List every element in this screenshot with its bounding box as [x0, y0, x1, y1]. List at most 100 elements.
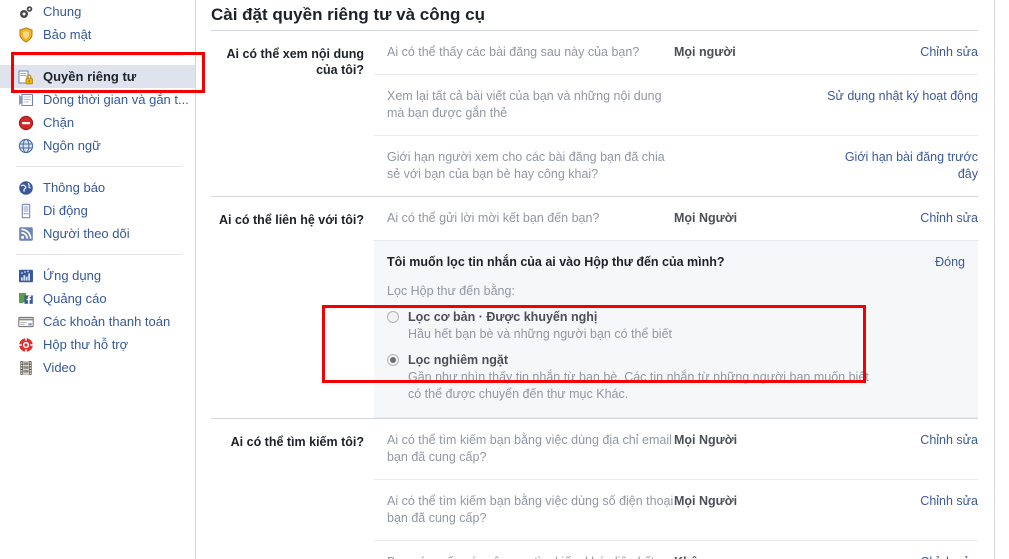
- filter-option-description: Hầu hết bạn bè và những người bạn có thể…: [408, 327, 673, 341]
- inbox-filter-panel: Tôi muốn lọc tin nhắn của ai vào Hộp thư…: [374, 240, 978, 418]
- filter-option-title: Lọc nghiêm ngặt: [408, 353, 508, 367]
- setting-row: Bạn có muốn các công cụ tìm kiếm khác li…: [374, 540, 978, 559]
- setting-row: Ai có thể tìm kiếm bạn bằng việc dùng đị…: [374, 419, 978, 479]
- filter-option-body: Lọc cơ bản · Được khuyến nghị Hầu hết bạn…: [408, 309, 672, 343]
- settings-section: Ai có thể tìm kiếm tôi? Ai có thể tìm kiế…: [211, 418, 978, 559]
- sidebar-group: Thông báo Di động Người theo dõi: [0, 176, 195, 245]
- setting-question: Giới hạn người xem cho các bài đăng bạn …: [387, 150, 665, 181]
- setting-value: Mọi Người: [674, 433, 738, 447]
- setting-action-link[interactable]: Chỉnh sửa: [822, 493, 978, 510]
- notifications-globe-icon: [18, 180, 34, 196]
- video-filmstrip-icon: [18, 360, 34, 376]
- sidebar-item-label: Video: [43, 359, 77, 375]
- sidebar-item-dòng-thời-gian-và-gắn-t[interactable]: Dòng thời gian và gắn t...: [0, 88, 195, 111]
- settings-section: Ai có thể xem nội dung của tôi? Ai có thể…: [211, 30, 978, 196]
- rss-followers-icon: [18, 226, 34, 242]
- sidebar-item-label: Chung: [43, 3, 82, 19]
- setting-question: Ai có thể tìm kiếm bạn bằng việc dùng đị…: [387, 433, 672, 464]
- radio-button[interactable]: [387, 354, 399, 366]
- setting-question: Ai có thể gửi lời mời kết bạn đến bạn?: [387, 211, 600, 225]
- sidebar-item-label: Hộp thư hỗ trợ: [43, 336, 129, 352]
- sidebar-item-label: Người theo dõi: [43, 225, 130, 241]
- panel-close-link[interactable]: Đóng: [935, 255, 965, 269]
- setting-action-link[interactable]: Giới hạn bài đăng trước đây: [822, 149, 978, 183]
- payments-card-icon: [18, 314, 34, 330]
- sidebar-item-video[interactable]: Video: [0, 356, 195, 379]
- sidebar-item-ngôn-ngữ[interactable]: Ngôn ngữ: [0, 134, 195, 157]
- sidebar-item-hộp-thư-hỗ-trợ[interactable]: Hộp thư hỗ trợ: [0, 333, 195, 356]
- shield-icon: [18, 26, 34, 43]
- sidebar-item-người-theo-dõi[interactable]: Người theo dõi: [0, 222, 195, 245]
- section-rows: Ai có thể tìm kiếm bạn bằng việc dùng đị…: [374, 419, 978, 559]
- section-label: Ai có thể xem nội dung của tôi?: [226, 47, 364, 77]
- panel-header: Tôi muốn lọc tin nhắn của ai vào Hộp thư…: [387, 253, 965, 271]
- setting-question: Bạn có muốn các công cụ tìm kiếm khác li…: [374, 554, 674, 559]
- setting-question: Ai có thể tìm kiếm bạn bằng việc dùng số…: [387, 494, 674, 525]
- filter-option[interactable]: Lọc nghiêm ngặt Gần như nhìn thấy tin nhắ…: [387, 352, 965, 403]
- filter-option-body: Lọc nghiêm ngặt Gần như nhìn thấy tin nhắ…: [408, 352, 878, 403]
- sidebar-item-label: Di động: [43, 202, 88, 218]
- setting-action-link[interactable]: Chỉnh sửa: [822, 432, 978, 449]
- setting-row: Ai có thể gửi lời mời kết bạn đến bạn? Mọ…: [374, 197, 978, 240]
- sidebar-item-label: Ngôn ngữ: [43, 137, 101, 153]
- panel-title: Tôi muốn lọc tin nhắn của ai vào Hộp thư…: [387, 255, 725, 269]
- sidebar-item-di-động[interactable]: Di động: [0, 199, 195, 222]
- sidebar-item-label: Bảo mật: [43, 26, 92, 42]
- sidebar-item-ứng-dụng[interactable]: Ứng dụng: [0, 264, 195, 287]
- setting-action-link[interactable]: Sử dụng nhật ký hoạt động: [822, 88, 978, 105]
- sidebar-item-bảo-mật[interactable]: Bảo mật: [0, 23, 195, 46]
- filter-option[interactable]: Lọc cơ bản · Được khuyến nghị Hầu hết bạn…: [387, 309, 965, 343]
- panel-subtitle: Lọc Hộp thư đến bằng:: [387, 284, 515, 298]
- setting-value: Mọi Người: [674, 494, 738, 508]
- gears-icon: [18, 4, 34, 20]
- sidebar-item-quảng-cáo[interactable]: Quảng cáo: [0, 287, 195, 310]
- setting-question: Xem lại tất cả bài viết của bạn và những…: [387, 89, 662, 120]
- section-rows: Ai có thể thấy các bài đăng sau này của …: [374, 31, 978, 196]
- page-title: Cài đặt quyền riêng tư và công cụ: [211, 5, 485, 24]
- sidebar-group: Ứng dụng Quảng cáo Các khoản thanh toán Hộp…: [0, 264, 195, 379]
- sidebar-item-label: Ứng dụng: [43, 267, 102, 283]
- setting-action-link[interactable]: Chỉnh sửa: [822, 44, 978, 61]
- privacy-lock-icon: [18, 69, 34, 85]
- setting-row: Giới hạn người xem cho các bài đăng bạn …: [374, 135, 978, 196]
- right-content-divider: [994, 0, 995, 559]
- sidebar-item-label: Thông báo: [43, 179, 106, 195]
- setting-question: Ai có thể thấy các bài đăng sau này của …: [387, 45, 640, 59]
- sidebar-item-chặn[interactable]: Chặn: [0, 111, 195, 134]
- settings-page: Chung Bảo mật Quyền riêng tư Dòng thời gian…: [0, 0, 1009, 559]
- globe-language-icon: [18, 138, 34, 154]
- filter-option-title: Lọc cơ bản · Được khuyến nghị: [408, 310, 598, 324]
- sidebar-item-chung[interactable]: Chung: [0, 0, 195, 23]
- section-rows: Ai có thể gửi lời mời kết bạn đến bạn? Mọ…: [374, 197, 978, 418]
- radio-button[interactable]: [387, 311, 399, 323]
- block-icon: [18, 115, 34, 131]
- settings-sidebar: Chung Bảo mật Quyền riêng tư Dòng thời gian…: [0, 0, 196, 559]
- sidebar-divider: [16, 254, 183, 255]
- setting-action-link[interactable]: Chỉnh sửa: [822, 210, 978, 227]
- setting-row: Xem lại tất cả bài viết của bạn và những…: [374, 74, 978, 135]
- sidebar-divider: [16, 166, 183, 167]
- setting-value: Mọi Người: [674, 211, 738, 225]
- support-lifebuoy-icon: [18, 337, 34, 353]
- settings-sections: Ai có thể xem nội dung của tôi? Ai có thể…: [196, 30, 1009, 559]
- sidebar-item-label: Quảng cáo: [43, 290, 107, 306]
- sidebar-item-label: Quyền riêng tư: [43, 68, 137, 84]
- sidebar-item-các-khoản-thanh-toán[interactable]: Các khoản thanh toán: [0, 310, 195, 333]
- settings-main: Cài đặt quyền riêng tư và công cụ Ai có …: [196, 0, 1009, 559]
- sidebar-group: Chung Bảo mật: [0, 0, 195, 46]
- ads-facebook-icon: [18, 291, 34, 307]
- sidebar-item-label: Các khoản thanh toán: [43, 313, 171, 329]
- sidebar-item-thông-báo[interactable]: Thông báo: [0, 176, 195, 199]
- section-label: Ai có thể liên hệ với tôi?: [218, 213, 364, 227]
- sidebar-item-quyền-riêng-tư[interactable]: Quyền riêng tư: [0, 65, 195, 88]
- section-label: Ai có thể tìm kiếm tôi?: [230, 435, 364, 449]
- setting-value: Mọi người: [674, 45, 736, 59]
- apps-icon: [18, 268, 34, 284]
- filter-option-description: Gần như nhìn thấy tin nhắn từ bạn bè. Cá…: [408, 370, 869, 401]
- setting-action-link[interactable]: Chỉnh sửa: [822, 554, 978, 559]
- settings-section: Ai có thể liên hệ với tôi? Ai có thể gửi …: [211, 196, 978, 418]
- sidebar-group: Quyền riêng tư Dòng thời gian và gắn t...…: [0, 65, 195, 157]
- setting-value: Không: [674, 554, 822, 559]
- sidebar-divider: [16, 55, 183, 56]
- setting-row: Ai có thể tìm kiếm bạn bằng việc dùng số…: [374, 479, 978, 540]
